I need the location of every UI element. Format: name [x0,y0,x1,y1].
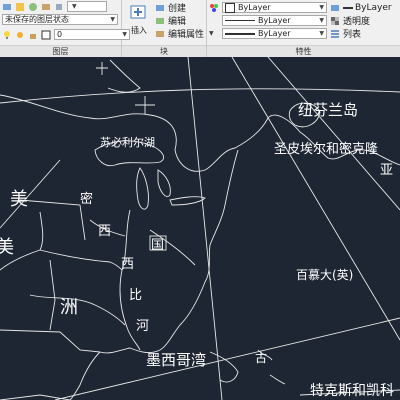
label-xi-2: 西 [121,257,135,272]
layer-off-icon[interactable] [54,2,64,12]
transparency-label[interactable]: 透明度 [343,14,370,27]
parallel-line-3 [0,159,61,229]
edit-attributes-button[interactable]: 编辑属性 ▼ [155,27,214,40]
label-bi: 比 [129,288,143,303]
create-label: 创建 [168,4,187,14]
create-block-icon [156,4,164,11]
properties-group-title[interactable]: 特性 [207,45,400,57]
linetype-sample [225,20,255,21]
edit-attributes-label: 编辑属性 [168,30,205,40]
lake-huron [157,169,171,197]
lightbulb-icon[interactable] [2,30,12,40]
layer-state-text: 未保存的图层状态 [5,15,69,24]
lineweight-dropdown[interactable]: ByLayer ▼ [222,28,327,39]
lineweight-sample [225,32,255,35]
layer-filter-dropdown[interactable]: ▼ [67,1,107,12]
sun-icon[interactable] [15,30,25,40]
transparency-icon[interactable] [330,16,340,26]
layer-state-icon[interactable] [15,2,25,12]
label-gulf-mexico: 墨西哥湾 [146,351,207,369]
crosshair-mark [96,62,108,75]
layer-color-swatch[interactable] [41,30,51,40]
chevron-down-icon: ▼ [319,4,324,11]
chevron-down-icon: ▼ [319,30,324,37]
current-layer-text: 0 [57,30,63,39]
list-icon[interactable] [330,29,340,39]
create-block-button[interactable]: 创建 [155,1,186,14]
layers-group: ▼ 未保存的图层状态 ▼ 0 ▼ 图层 [0,0,130,57]
label-mi: 密 [80,192,94,207]
lineweight-row: ByLayer ▼ 列表 [209,27,361,40]
meridian-line-3 [267,57,400,211]
edit-block-button[interactable]: 编辑 [155,14,186,27]
color-row: ByLayer ▼ ByLayer [209,1,392,14]
layer-state-dropdown[interactable]: 未保存的图层状态 ▼ [2,14,118,25]
crosshair-mark-2 [135,96,155,114]
current-layer-dropdown[interactable]: 0 ▼ [54,29,130,40]
color-swatch [225,2,235,13]
edit-block-icon [156,17,164,24]
label-turks: 特克斯和凯科 [310,383,394,399]
line-indicator [343,6,353,9]
properties-group: ByLayer ▼ ByLayer ByLayer ▼ 透明度 ByLayer … [207,0,400,57]
layer-match-icon[interactable] [28,2,38,12]
linetype-dropdown[interactable]: ByLayer ▼ [222,15,327,26]
chevron-down-icon: ▼ [72,3,77,10]
label-zhou: 洲 [60,297,78,318]
layer-state-row: 未保存的图层状态 ▼ [2,13,118,26]
layer-toolbar-row: ▼ [2,0,107,13]
label-america-2: 美 [0,237,14,258]
ribbon-panel: ▼ 未保存的图层状态 ▼ 0 ▼ 图层 插入 创建 编辑 编辑属性 ▼ 块 By… [0,0,400,58]
layer-properties-icon[interactable] [2,2,12,12]
label-asia-fragment: 亚 [380,163,394,178]
layer-isolate-icon[interactable] [41,2,51,12]
label-lake-superior: 苏必利尔湖 [100,136,155,149]
block-group-title[interactable]: 块 [122,45,206,57]
color-right-text: ByLayer [355,2,392,13]
drawing-canvas[interactable]: 纽芬兰岛 圣皮埃尔和密克隆 亚 苏必利尔湖 美 美 密 西 国 西 比 河 洲 … [0,57,400,400]
label-bermuda: 百慕大(英) [296,268,354,282]
color-right-control[interactable]: ByLayer [343,3,392,13]
label-guo: 国 [151,238,165,253]
label-st-pierre: 圣皮埃尔和密克隆 [274,142,379,157]
layer-properties-match-icon[interactable] [330,3,340,13]
insert-button[interactable]: 插入 [126,2,152,36]
insert-block-icon [130,5,146,19]
linetype-text: ByLayer [258,16,291,25]
edit-label: 编辑 [168,17,187,27]
color-dropdown[interactable]: ByLayer ▼ [222,2,327,13]
label-america-1: 美 [10,189,28,210]
current-layer-row: 0 ▼ [2,28,130,41]
color-palette-icon[interactable] [209,3,219,13]
list-label[interactable]: 列表 [343,27,361,40]
lake-michigan [136,167,149,210]
chevron-down-icon: ▼ [110,16,115,23]
lineweight-text: ByLayer [258,29,291,38]
edit-attributes-icon [156,30,164,37]
color-text: ByLayer [238,3,271,12]
chevron-down-icon: ▼ [319,17,324,24]
label-he: 河 [136,319,150,334]
layers-group-title[interactable]: 图层 [0,45,121,57]
block-group: 插入 创建 编辑 编辑属性 ▼ 块 [122,0,214,57]
label-gu: 古 [255,351,268,365]
label-xi: 西 [98,224,112,239]
lake-erie [169,196,206,206]
label-newfoundland: 纽芬兰岛 [298,101,359,119]
insert-label: 插入 [131,26,147,35]
lock-icon[interactable] [28,30,38,40]
linetype-row: ByLayer ▼ 透明度 [209,14,370,27]
